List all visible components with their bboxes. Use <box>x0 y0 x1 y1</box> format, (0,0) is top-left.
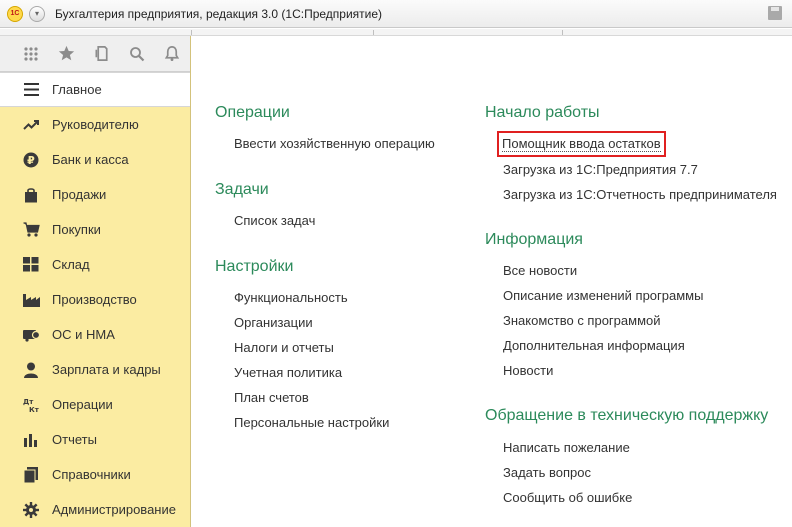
star-icon[interactable] <box>48 40 83 68</box>
link-accounting-policy[interactable]: Учетная политика <box>234 365 342 380</box>
sidebar-item-label: Руководителю <box>52 117 139 132</box>
sections-sidebar: Главное Руководителю ₽ Банк и касса Прод… <box>0 36 191 527</box>
sidebar-item-assets[interactable]: ОС и НМА <box>0 317 190 352</box>
sidebar-item-production[interactable]: Производство <box>0 282 190 317</box>
svg-text:₽: ₽ <box>27 154 35 167</box>
bag-icon <box>22 186 40 204</box>
save-icon[interactable] <box>768 6 782 20</box>
sidebar-item-label: Производство <box>52 292 137 307</box>
sidebar-item-reports[interactable]: Отчеты <box>0 422 190 457</box>
group-title-tasks: Задачи <box>215 181 269 198</box>
factory-icon <box>22 291 40 309</box>
link-additional-info[interactable]: Дополнительная информация <box>503 338 685 353</box>
main-content: Операции Ввести хозяйственную операцию З… <box>192 36 792 527</box>
sidebar-item-label: Продажи <box>52 187 107 202</box>
link-balance-wizard[interactable]: Помощник ввода остатков <box>497 131 666 157</box>
sidebar-item-label: Отчеты <box>52 432 97 447</box>
link-intro-program[interactable]: Знакомство с программой <box>503 313 661 328</box>
sidebar-item-label: Главное <box>52 82 102 97</box>
sidebar-item-label: ОС и НМА <box>52 327 115 342</box>
main-menu-button[interactable]: ▾ <box>29 5 45 22</box>
link-functionality[interactable]: Функциональность <box>234 290 348 305</box>
group-title-getting-started: Начало работы <box>485 104 600 121</box>
sidebar-item-label: Зарплата и кадры <box>52 362 161 377</box>
sidebar-item-bank[interactable]: ₽ Банк и касса <box>0 142 190 177</box>
menu-icon <box>22 81 40 99</box>
apps-grid-icon[interactable] <box>13 40 48 68</box>
sidebar-item-sales[interactable]: Продажи <box>0 177 190 212</box>
sidebar-item-manager[interactable]: Руководителю <box>0 107 190 142</box>
sidebar-item-label: Покупки <box>52 222 101 237</box>
link-chart-of-accounts[interactable]: План счетов <box>234 390 309 405</box>
link-ask-question[interactable]: Задать вопрос <box>503 465 591 480</box>
group-title-support: Обращение в техническую поддержку <box>485 407 769 424</box>
link-taxes-reports[interactable]: Налоги и отчеты <box>234 340 334 355</box>
link-changes-description[interactable]: Описание изменений программы <box>503 288 703 303</box>
link-import-entrepreneur[interactable]: Загрузка из 1С:Отчетность предпринимател… <box>503 187 777 202</box>
search-icon[interactable] <box>119 40 154 68</box>
app-logo: 1С <box>7 5 23 22</box>
window-title: Бухгалтерия предприятия, редакция 3.0 (1… <box>55 6 383 21</box>
bell-icon[interactable] <box>155 40 190 68</box>
svg-text:Кт: Кт <box>29 406 40 413</box>
sidebar-item-label: Операции <box>52 397 113 412</box>
sidebar-item-operations[interactable]: Дт Кт Операции <box>0 387 190 422</box>
ruble-icon: ₽ <box>22 151 40 169</box>
bar-chart-icon <box>22 431 40 449</box>
sidebar-toolbar <box>0 36 190 72</box>
sidebar-item-label: Банк и касса <box>52 152 129 167</box>
link-task-list[interactable]: Список задач <box>234 213 315 228</box>
assets-icon <box>22 326 40 344</box>
link-enter-operation[interactable]: Ввести хозяйственную операцию <box>234 136 435 151</box>
sidebar-item-purchases[interactable]: Покупки <box>0 212 190 247</box>
sidebar-item-label: Склад <box>52 257 90 272</box>
warehouse-icon <box>22 256 40 274</box>
sidebar-item-main[interactable]: Главное <box>0 72 190 107</box>
svg-text:Дт: Дт <box>23 398 34 406</box>
sidebar-item-label: Справочники <box>52 467 131 482</box>
gear-icon <box>22 501 40 519</box>
link-all-news[interactable]: Все новости <box>503 263 577 278</box>
link-organizations[interactable]: Организации <box>234 315 313 330</box>
cart-icon <box>22 221 40 239</box>
sidebar-item-warehouse[interactable]: Склад <box>0 247 190 282</box>
section-panel-strip <box>0 29 792 36</box>
chart-up-icon <box>22 116 40 134</box>
link-import-77[interactable]: Загрузка из 1С:Предприятия 7.7 <box>503 162 698 177</box>
group-title-settings: Настройки <box>215 258 294 275</box>
book-icon <box>22 466 40 484</box>
group-title-operations: Операции <box>215 104 290 121</box>
dt-kt-icon: Дт Кт <box>22 396 40 414</box>
link-write-wish[interactable]: Написать пожелание <box>503 440 630 455</box>
sidebar-item-salary[interactable]: Зарплата и кадры <box>0 352 190 387</box>
title-bar: 1С ▾ Бухгалтерия предприятия, редакция 3… <box>0 0 792 28</box>
group-title-information: Информация <box>485 231 583 248</box>
sidebar-item-catalogs[interactable]: Справочники <box>0 457 190 492</box>
link-report-error[interactable]: Сообщить об ошибке <box>503 490 632 505</box>
sidebar-item-admin[interactable]: Администрирование <box>0 492 190 527</box>
person-icon <box>22 361 40 379</box>
link-news[interactable]: Новости <box>503 363 553 378</box>
link-personal-settings[interactable]: Персональные настройки <box>234 415 389 430</box>
history-icon[interactable] <box>84 40 119 68</box>
sidebar-item-label: Администрирование <box>52 502 176 517</box>
